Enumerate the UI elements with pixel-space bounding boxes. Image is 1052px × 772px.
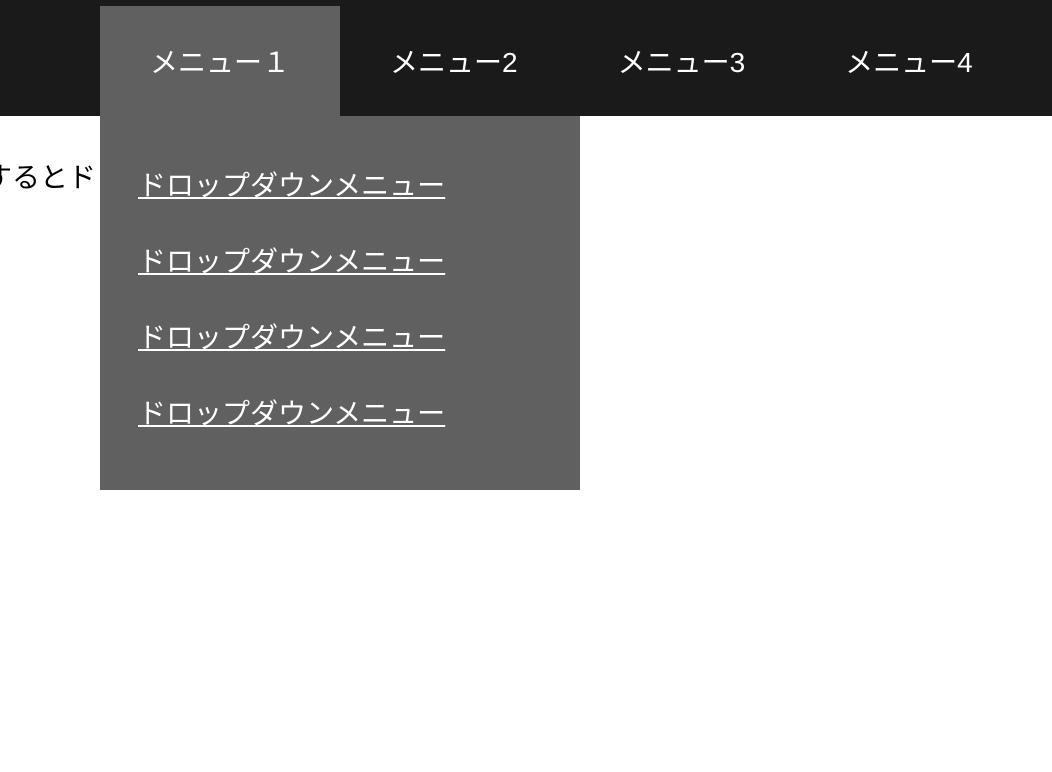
menu-item-4: メニュー4 [795, 6, 1023, 116]
dropdown-item-4[interactable]: ドロップダウンメニュー [100, 374, 580, 450]
menu-item-3: メニュー3 [568, 6, 796, 116]
menu-link-4[interactable]: メニュー4 [795, 6, 1023, 116]
menu-link-3[interactable]: メニュー3 [568, 6, 796, 116]
menu-link-2[interactable]: メニュー2 [340, 6, 568, 116]
dropdown-item-3[interactable]: ドロップダウンメニュー [100, 298, 580, 374]
main-navbar: メニュー１ ドロップダウンメニュー ドロップダウンメニュー ドロップダウンメニュ… [0, 0, 1052, 116]
menu-item-2: メニュー2 [340, 6, 568, 116]
menu-list: メニュー１ ドロップダウンメニュー ドロップダウンメニュー ドロップダウンメニュ… [100, 6, 1023, 116]
dropdown-item-1[interactable]: ドロップダウンメニュー [100, 146, 580, 222]
dropdown-menu: ドロップダウンメニュー ドロップダウンメニュー ドロップダウンメニュー ドロップ… [100, 116, 580, 490]
menu-item-1: メニュー１ ドロップダウンメニュー ドロップダウンメニュー ドロップダウンメニュ… [100, 6, 340, 116]
dropdown-item-2[interactable]: ドロップダウンメニュー [100, 222, 580, 298]
menu-link-1[interactable]: メニュー１ [100, 6, 340, 116]
